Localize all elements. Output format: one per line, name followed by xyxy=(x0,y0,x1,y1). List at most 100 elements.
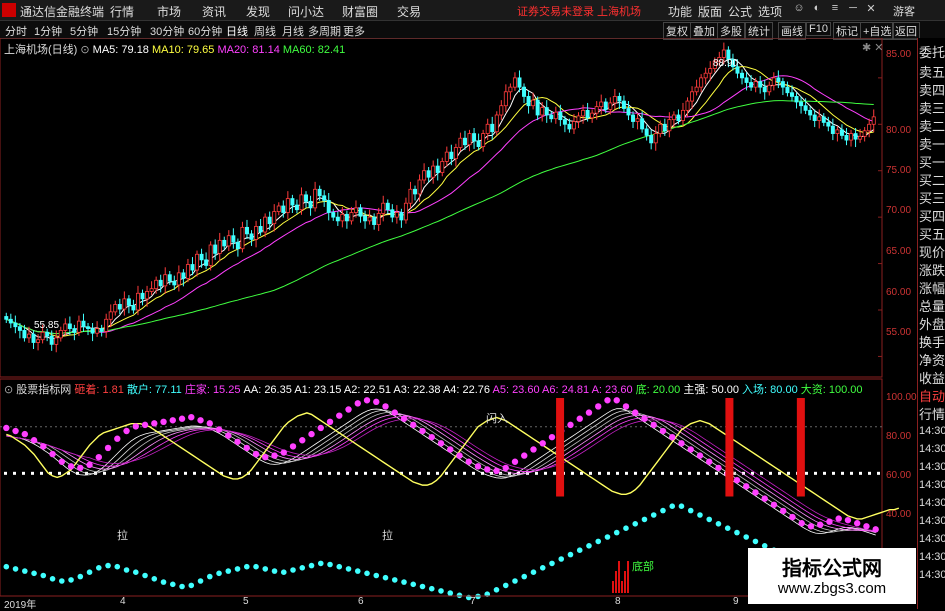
guest-label[interactable]: 游客 xyxy=(893,3,915,19)
annotation-inflow: 闪入 xyxy=(486,413,508,425)
main-force-dot xyxy=(585,409,593,416)
sidebar-item-buy2[interactable]: 买二 xyxy=(919,170,945,189)
chart-close-icon[interactable]: ✕ xyxy=(874,42,883,54)
period-multi[interactable]: 多周期 xyxy=(308,23,341,39)
minimize-icon[interactable]: ─ xyxy=(846,2,860,16)
candle xyxy=(617,96,622,102)
candle xyxy=(294,204,299,211)
candle xyxy=(290,198,295,206)
candle xyxy=(76,320,81,333)
chart-setting-icon[interactable]: ✱ xyxy=(862,42,871,54)
sidebar-item-change[interactable]: 涨跌 xyxy=(919,260,945,279)
period-daily[interactable]: 日线 xyxy=(226,23,248,39)
ref-dot-50 xyxy=(715,471,718,475)
watermark-url: www.zbgs3.com xyxy=(777,580,887,597)
sidebar-item-price[interactable]: 现价 xyxy=(919,242,945,261)
sidebar-item-volume[interactable]: 总量 xyxy=(919,296,945,315)
period-1min[interactable]: 1分钟 xyxy=(34,23,62,39)
ref-dot-50 xyxy=(535,471,538,475)
candle xyxy=(22,330,27,339)
sidebar-item-sell3[interactable]: 卖三 xyxy=(919,98,945,117)
ref-dot-50 xyxy=(364,471,367,475)
retail-dot xyxy=(604,534,611,540)
menu-item-discover[interactable]: 发现 xyxy=(246,3,270,20)
sidebar-item-turnover[interactable]: 换手 xyxy=(919,332,945,351)
candle xyxy=(181,272,186,279)
main-force-dot xyxy=(733,476,741,484)
xtick: 8 xyxy=(615,596,621,607)
ref-dot-50 xyxy=(256,471,259,475)
settings-icon[interactable]: ⊙ xyxy=(80,44,89,56)
sidebar-item-outer[interactable]: 外盘 xyxy=(919,314,945,333)
candle xyxy=(512,77,517,88)
sidebar-item-entrust[interactable]: 委托 xyxy=(919,42,945,61)
skin-icon[interactable]: ◐ xyxy=(810,2,824,16)
ind-label: 入场: 80.00 xyxy=(742,384,798,396)
sidebar-item-sell1[interactable]: 卖一 xyxy=(919,134,945,153)
period-15min[interactable]: 15分钟 xyxy=(107,23,141,39)
menu-item-market[interactable]: 市场 xyxy=(157,3,181,20)
sidebar-item-quote[interactable]: 行情 xyxy=(919,404,945,423)
menu-item-layout[interactable]: 版面 xyxy=(698,3,722,20)
menu-item-trade[interactable]: 交易 xyxy=(397,3,421,20)
menu-icon[interactable]: ≡ xyxy=(828,2,842,16)
user-icon[interactable]: ☺ xyxy=(792,2,806,16)
sidebar-item-buy1[interactable]: 买一 xyxy=(919,152,945,171)
period-more[interactable]: 更多 xyxy=(343,23,365,39)
menu-item-function[interactable]: 功能 xyxy=(668,3,692,20)
menu-item-quotes[interactable]: 行情 xyxy=(110,3,134,20)
period-30min[interactable]: 30分钟 xyxy=(150,23,184,39)
candle xyxy=(490,123,495,133)
retail-dot xyxy=(586,543,592,549)
sidebar-item-sell2[interactable]: 卖二 xyxy=(919,116,945,135)
sidebar-item-netasset[interactable]: 净资 xyxy=(919,350,945,369)
sidebar-item-buy3[interactable]: 买三 xyxy=(919,188,945,207)
candle xyxy=(122,298,127,310)
menu-item-wealth[interactable]: 财富圈 xyxy=(342,3,378,20)
period-5min[interactable]: 5分钟 xyxy=(70,23,98,39)
f10-button[interactable]: F10 xyxy=(806,22,831,36)
login-alert[interactable]: 证券交易未登录 上海机场 xyxy=(517,3,641,19)
period-weekly[interactable]: 周线 xyxy=(254,23,276,39)
candle xyxy=(603,101,608,110)
candle xyxy=(385,202,390,211)
menu-item-formula[interactable]: 公式 xyxy=(728,3,752,20)
sidebar-item-buy4[interactable]: 买四 xyxy=(919,206,945,225)
main-force-dot xyxy=(502,464,509,472)
menu-item-options[interactable]: 选项 xyxy=(758,3,782,20)
chart-area[interactable] xyxy=(0,38,917,609)
ref-dot-50 xyxy=(301,471,304,475)
menu-item-ask[interactable]: 问小达 xyxy=(288,3,324,20)
ref-dot-50 xyxy=(148,471,151,475)
sidebar-item-sell5[interactable]: 卖五 xyxy=(919,62,945,81)
sidebar-item-buy5[interactable]: 买五 xyxy=(919,224,945,243)
candle xyxy=(58,330,63,339)
sidebar-item-sell4[interactable]: 卖四 xyxy=(919,80,945,99)
tick-time: 14:30 xyxy=(919,551,945,563)
candle xyxy=(453,147,458,160)
main-force-dot xyxy=(141,421,149,429)
main-force-dot xyxy=(123,427,130,435)
candle xyxy=(680,109,685,121)
sidebar-item-change-pct[interactable]: 涨幅 xyxy=(919,278,945,297)
period-monthly[interactable]: 月线 xyxy=(282,23,304,39)
sidebar-item-auto[interactable]: 自动 xyxy=(919,386,945,405)
retail-dot xyxy=(179,583,185,590)
retail-dot xyxy=(3,563,10,570)
indicator-name[interactable]: 股票指标网 xyxy=(16,384,71,396)
main-force-dot xyxy=(58,458,66,465)
candle xyxy=(285,198,290,213)
candle xyxy=(344,213,349,222)
candle xyxy=(267,216,272,225)
close-icon[interactable]: ✕ xyxy=(864,2,878,16)
candle xyxy=(322,195,327,201)
indicator-settings-icon[interactable]: ⊙ xyxy=(4,384,13,396)
retail-dot xyxy=(86,569,93,575)
menu-item-news[interactable]: 资讯 xyxy=(202,3,226,20)
period-minute[interactable]: 分时 xyxy=(5,23,27,39)
period-60min[interactable]: 60分钟 xyxy=(188,23,222,39)
sidebar-item-eps[interactable]: 收益 xyxy=(919,368,945,387)
candle xyxy=(340,213,345,222)
ref-dot-50 xyxy=(571,471,574,475)
ind-ytick: 40.00 xyxy=(886,509,912,520)
